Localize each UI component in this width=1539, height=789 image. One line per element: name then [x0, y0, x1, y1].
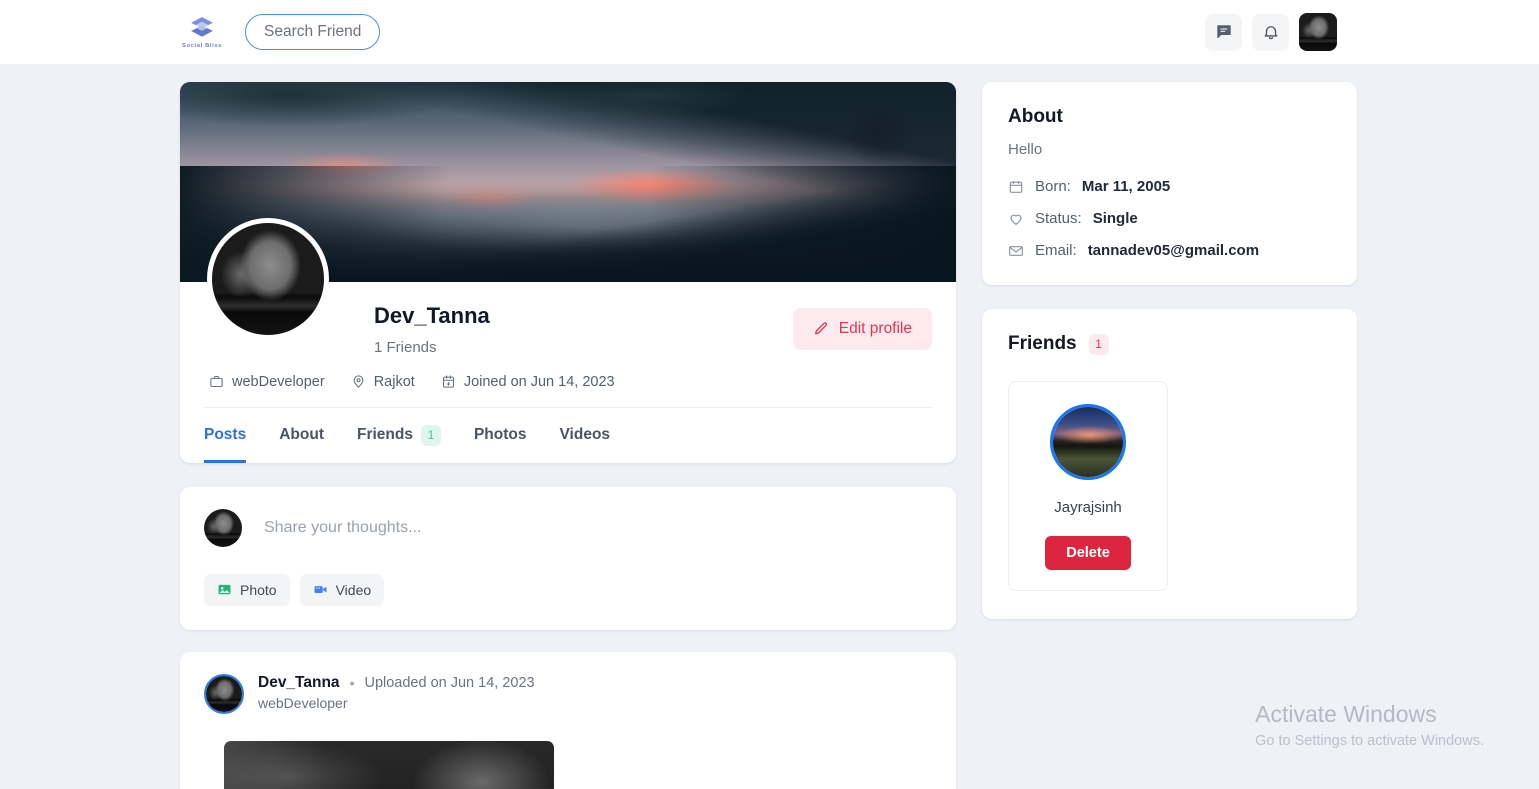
tab-friends-badge: 1: [420, 424, 441, 446]
about-row-status: Status: Single: [1008, 210, 1331, 227]
message-icon: [1216, 25, 1231, 38]
identity-text: Dev_Tanna 1 Friends: [374, 302, 490, 356]
tab-posts[interactable]: Posts: [204, 408, 247, 463]
search-friend-button[interactable]: Search Friend: [245, 14, 381, 50]
calendar-icon: [442, 375, 454, 388]
composer-input-row: [204, 508, 932, 547]
friends-card: Friends 1 Jayrajsinh Delete: [982, 309, 1357, 619]
content-wrapper: Dev_Tanna 1 Friends Edit profile webDeve…: [0, 64, 1539, 789]
meta-joined: Joined on Jun 14, 2023: [441, 374, 615, 390]
friends-title: Friends: [1008, 333, 1077, 354]
meta-location: Rajkot: [351, 374, 415, 390]
post-author-avatar[interactable]: [204, 673, 244, 714]
location-pin-icon: [353, 375, 364, 388]
friends-card-header: Friends 1: [1008, 333, 1331, 355]
meta-joined-text: Joined on Jun 14, 2023: [463, 373, 615, 390]
sidebar-column: About Hello Born: Mar 11, 2005 Status: S…: [982, 82, 1357, 619]
post-media-image[interactable]: [224, 740, 554, 789]
tab-photos-label: Photos: [473, 426, 527, 444]
post-meta: Dev_Tanna • Uploaded on Jun 14, 2023 web…: [258, 674, 535, 711]
messages-button[interactable]: [1205, 13, 1242, 51]
heart-icon: [1010, 214, 1022, 225]
profile-avatar-image: [212, 223, 324, 335]
post-header: Dev_Tanna • Uploaded on Jun 14, 2023 web…: [204, 673, 932, 714]
friend-list-item[interactable]: Jayrajsinh Delete: [1008, 381, 1168, 591]
friend-count-label: 1 Friends: [374, 338, 437, 356]
meta-location-text: Rajkot: [373, 373, 415, 390]
layers-stack-icon: [191, 17, 213, 37]
about-email-label: Email:: [1035, 242, 1077, 259]
top-navigation-bar: Social Bliss Search Friend: [0, 0, 1539, 64]
about-row-born: Born: Mar 11, 2005: [1008, 178, 1331, 195]
image-icon: [218, 584, 231, 595]
main-column: Dev_Tanna 1 Friends Edit profile webDeve…: [180, 82, 956, 789]
tab-friends-label: Friends: [356, 426, 413, 444]
about-title: About: [1008, 106, 1063, 127]
brand-name: Social Bliss: [182, 42, 222, 50]
tab-friends[interactable]: Friends 1: [357, 408, 441, 463]
account-avatar[interactable]: [1299, 13, 1337, 51]
friend-avatar[interactable]: [1050, 404, 1126, 480]
composer-avatar: [204, 508, 242, 547]
pencil-icon: [814, 322, 827, 335]
post-composer: Photo Video: [180, 486, 956, 630]
edit-profile-button[interactable]: Edit profile: [792, 308, 932, 350]
post-author-role: webDeveloper: [258, 694, 348, 711]
calendar-icon: [1009, 180, 1023, 193]
edit-profile-label: Edit profile: [838, 320, 912, 337]
meta-occupation-text: webDeveloper: [232, 373, 325, 390]
top-actions: [1205, 13, 1337, 51]
delete-friend-button[interactable]: Delete: [1045, 536, 1131, 570]
about-born-label: Born:: [1035, 178, 1071, 195]
add-video-label: Video: [335, 581, 372, 598]
bell-icon: [1264, 26, 1277, 40]
profile-header: Dev_Tanna 1 Friends Edit profile webDeve…: [180, 218, 956, 408]
notifications-button[interactable]: [1252, 13, 1289, 51]
briefcase-icon: [210, 376, 223, 388]
post-author-name: Dev_Tanna: [258, 673, 340, 691]
add-photo-button[interactable]: Photo: [204, 573, 290, 606]
about-bio: Hello: [1008, 141, 1043, 158]
profile-avatar[interactable]: [207, 218, 329, 340]
page-body: Dev_Tanna 1 Friends Edit profile webDeve…: [0, 64, 1539, 789]
post-separator: •: [349, 674, 355, 691]
about-born-value: Mar 11, 2005: [1081, 178, 1171, 195]
about-status-value: Single: [1092, 210, 1138, 227]
tab-photos[interactable]: Photos: [474, 408, 527, 463]
composer-avatar-image: [204, 508, 242, 547]
profile-meta-row: webDeveloper Rajkot Joined on Jun 14, 20…: [204, 356, 932, 408]
post-media-thumbnail: [224, 740, 554, 789]
about-card: About Hello Born: Mar 11, 2005 Status: S…: [982, 82, 1357, 285]
friends-count-badge: 1: [1088, 333, 1109, 355]
tab-videos[interactable]: Videos: [560, 408, 611, 463]
meta-occupation: webDeveloper: [209, 374, 325, 390]
profile-card: Dev_Tanna 1 Friends Edit profile webDeve…: [180, 82, 956, 463]
add-video-button[interactable]: Video: [299, 573, 385, 606]
friends-list: Jayrajsinh Delete: [1008, 381, 1331, 591]
page-title: Dev_Tanna: [374, 303, 490, 328]
post-meta-line: Dev_Tanna • Uploaded on Jun 14, 2023: [258, 674, 535, 692]
about-detail-list: Born: Mar 11, 2005 Status: Single Email:…: [1008, 178, 1331, 259]
composer-actions: Photo Video: [204, 573, 932, 606]
about-email-value: tannadev05@gmail.com: [1087, 242, 1260, 259]
post-author-avatar-image: [206, 675, 242, 712]
envelope-icon: [1009, 245, 1023, 256]
tab-about-label: About: [279, 426, 324, 444]
share-thoughts-input[interactable]: [264, 518, 932, 537]
post-item: Dev_Tanna • Uploaded on Jun 14, 2023 web…: [180, 651, 956, 789]
profile-tabs: Posts About Friends 1 Photos Videos: [180, 408, 956, 463]
brand-logo[interactable]: Social Bliss: [180, 15, 224, 49]
tab-videos-label: Videos: [559, 426, 611, 444]
account-avatar-image: [1299, 13, 1337, 51]
friend-name: Jayrajsinh: [1054, 499, 1122, 516]
about-row-email: Email: tannadev05@gmail.com: [1008, 242, 1331, 259]
tab-about[interactable]: About: [279, 408, 324, 463]
post-timestamp: Uploaded on Jun 14, 2023: [364, 674, 535, 691]
add-photo-label: Photo: [240, 581, 277, 598]
tab-posts-label: Posts: [204, 426, 247, 444]
friend-avatar-image: [1053, 407, 1123, 477]
about-status-label: Status:: [1035, 210, 1082, 227]
video-camera-icon: [314, 586, 327, 594]
